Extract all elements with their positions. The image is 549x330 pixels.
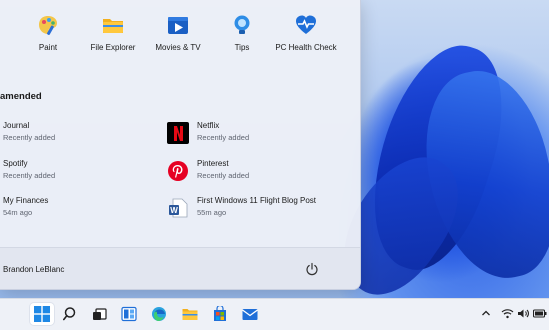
edge-button[interactable] (147, 303, 171, 325)
tips-bulb-icon (231, 14, 253, 36)
speaker-icon[interactable] (517, 308, 530, 319)
recommended-item-name: First Windows 11 Flight Blog Post (197, 196, 317, 205)
recommended-item-subtitle: Recently added (3, 171, 56, 180)
recommended-item-name: My Finances (3, 196, 49, 205)
movies-tv-icon (167, 14, 189, 36)
store-icon (214, 306, 226, 321)
start-menu-footer: Brandon LeBlanc (0, 247, 360, 289)
task-view-button[interactable] (88, 303, 112, 325)
recommended-item-name: Netflix (197, 121, 220, 130)
microsoft-store-button[interactable] (208, 303, 232, 325)
chevron-up-icon[interactable] (481, 308, 491, 318)
recommended-item-subtitle: 54m ago (3, 208, 33, 217)
taskbar-file-explorer[interactable] (178, 303, 202, 325)
recommended-item-blog-post[interactable]: W First Windows 11 Flight Blog Post 55m … (169, 196, 317, 218)
task-view-icon (93, 308, 107, 320)
recommended-item-journal[interactable]: Journal Recently added (3, 121, 55, 142)
widgets-button[interactable] (117, 303, 141, 325)
start-button[interactable] (30, 303, 54, 325)
taskbar (0, 298, 549, 330)
widgets-icon (121, 306, 137, 322)
pinned-paint[interactable]: Paint (13, 14, 83, 52)
windows-start-icon (34, 306, 50, 322)
power-icon (306, 262, 318, 276)
recommended-item-subtitle: Recently added (197, 171, 250, 180)
pinned-file-explorer[interactable]: File Explorer (78, 14, 148, 52)
wifi-icon[interactable] (501, 308, 514, 319)
pinned-pc-health-check[interactable]: PC Health Check (271, 14, 341, 52)
mail-button[interactable] (238, 303, 262, 325)
folder-icon (102, 14, 124, 36)
edge-icon (152, 307, 166, 321)
recommended-item-netflix[interactable]: Netflix Recently added (167, 121, 250, 144)
mail-icon (242, 309, 258, 320)
paint-icon (37, 14, 59, 36)
pinned-tips[interactable]: Tips (207, 14, 277, 52)
file-explorer-icon (182, 309, 198, 320)
pinterest-icon (167, 160, 189, 182)
pinned-label: Movies & TV (155, 43, 201, 52)
user-profile-name[interactable]: Brandon LeBlanc (3, 265, 64, 274)
recommended-item-spotify[interactable]: Spotify Recently added (3, 159, 55, 180)
recommended-item-subtitle: Recently added (3, 133, 56, 142)
recommended-item-subtitle: 55m ago (197, 208, 227, 217)
recommended-item-my-finances[interactable]: My Finances 54m ago (3, 196, 48, 217)
heart-pulse-icon (295, 14, 317, 36)
netflix-icon (167, 122, 189, 144)
power-button[interactable] (305, 262, 319, 276)
taskbar-search-button[interactable] (59, 303, 83, 325)
recommended-item-name: Journal (3, 121, 30, 130)
pinned-label: File Explorer (90, 43, 136, 52)
recommended-item-name: Spotify (3, 159, 28, 168)
svg-text:W: W (170, 206, 178, 215)
pinned-label: PC Health Check (275, 43, 337, 52)
word-document-icon: W (167, 197, 189, 219)
start-menu: Paint File Explorer Movies & TV Tips PC … (0, 0, 361, 290)
search-icon (63, 307, 76, 321)
recommended-item-name: Pinterest (197, 159, 229, 168)
recommended-heading: amended (0, 91, 42, 102)
recommended-item-subtitle: Recently added (197, 133, 250, 142)
recommended-item-pinterest[interactable]: Pinterest Recently added (168, 159, 250, 181)
pinned-label: Tips (234, 43, 250, 52)
battery-icon[interactable] (533, 308, 547, 319)
pinned-label: Paint (38, 43, 58, 52)
pinned-movies-tv[interactable]: Movies & TV (143, 14, 213, 52)
